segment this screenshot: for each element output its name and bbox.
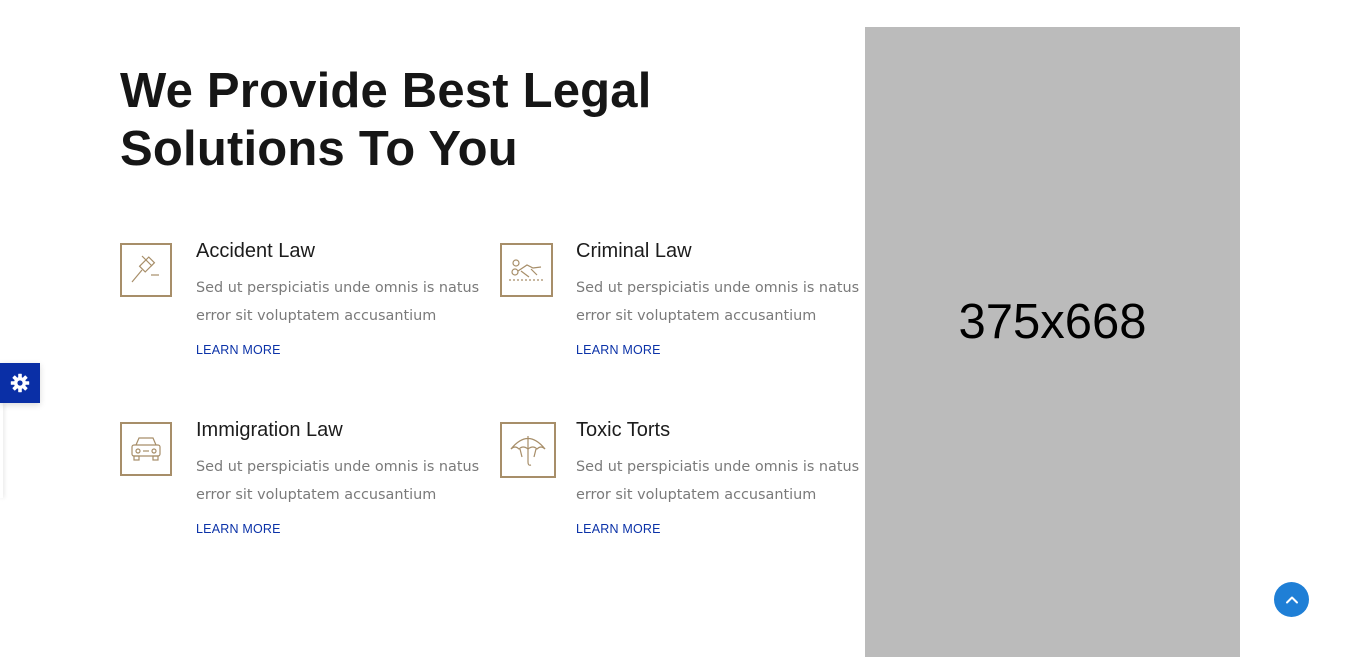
settings-panel-edge — [0, 403, 3, 498]
gavel-icon — [120, 243, 172, 297]
image-placeholder: 375x668 — [865, 27, 1240, 657]
service-title: Criminal Law — [576, 240, 692, 262]
section-title-line2: Solutions To You — [120, 122, 518, 176]
scroll-to-top-button[interactable] — [1274, 582, 1309, 617]
service-title: Toxic Torts — [576, 419, 671, 441]
chevron-up-icon — [1285, 596, 1298, 603]
service-description: Sed ut perspiciatis unde omnis is natus … — [576, 280, 860, 324]
learn-more-link[interactable]: LEARN MORE — [576, 342, 661, 358]
learn-more-link[interactable]: LEARN MORE — [196, 521, 281, 537]
gear-icon — [10, 373, 30, 393]
handcuffs-icon — [500, 243, 553, 297]
service-title: Accident Law — [196, 240, 315, 262]
section-title-line1: We Provide Best Legal — [120, 64, 652, 118]
placeholder-label: 375x668 — [958, 295, 1147, 349]
service-title: Immigration Law — [196, 419, 343, 441]
learn-more-link[interactable]: LEARN MORE — [196, 342, 281, 358]
learn-more-link[interactable]: LEARN MORE — [576, 521, 661, 537]
car-icon — [120, 422, 172, 476]
service-description: Sed ut perspiciatis unde omnis is natus … — [196, 280, 480, 324]
settings-toggle-button[interactable] — [0, 363, 40, 403]
service-description: Sed ut perspiciatis unde omnis is natus … — [196, 459, 480, 503]
umbrella-icon — [500, 422, 556, 478]
service-description: Sed ut perspiciatis unde omnis is natus … — [576, 459, 860, 503]
section-title: We Provide Best Legal Solutions To You — [120, 62, 652, 178]
